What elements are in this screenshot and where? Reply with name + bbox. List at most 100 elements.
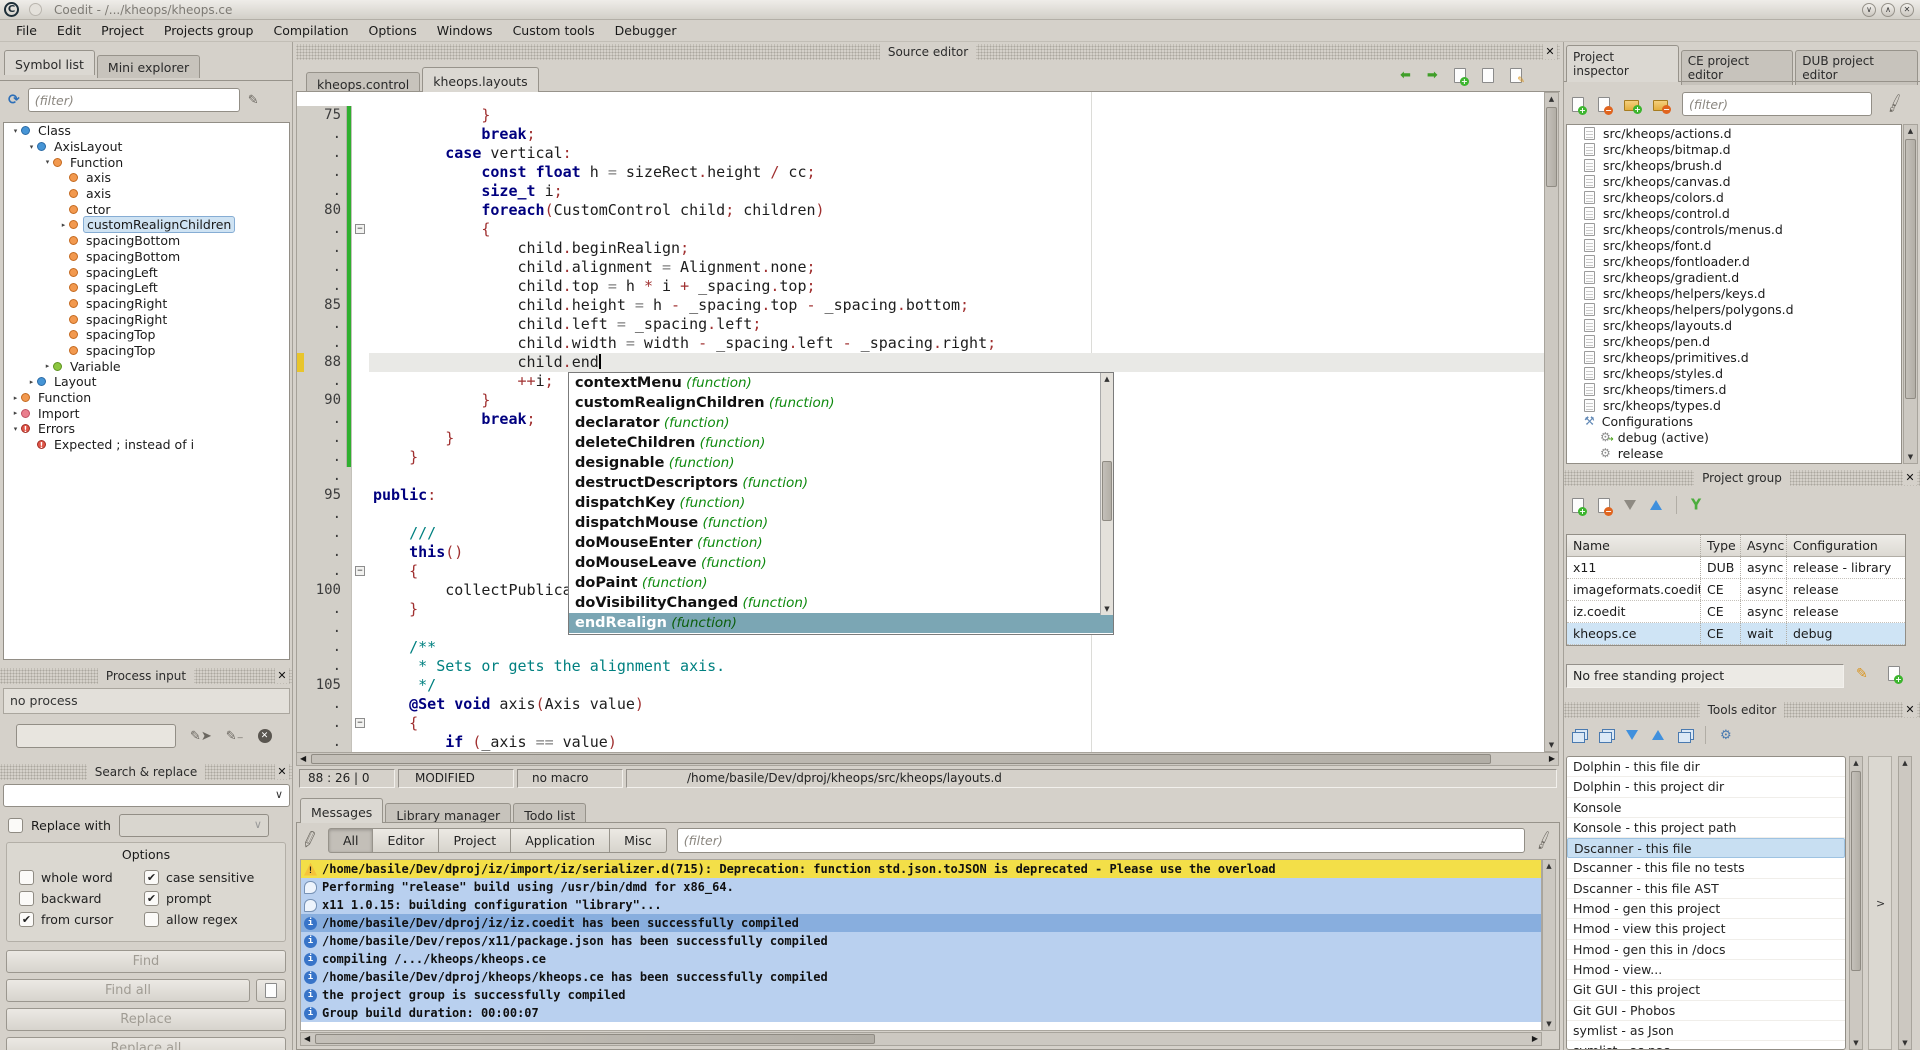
tree-item[interactable]: src/kheops/primitives.d [1567,349,1901,365]
log-row[interactable]: i/home/basile/Dev/dproj/iz/iz.coedit has… [301,914,1541,932]
replace-with-combo[interactable]: ∨ [119,814,269,837]
scroll-down-icon[interactable]: ▼ [1101,605,1113,613]
replace-button[interactable]: Replace [6,1008,286,1031]
column-header-async[interactable]: Async [1741,535,1787,556]
tool-item[interactable]: Git GUI - Phobos [1567,1001,1845,1021]
tree-item[interactable]: ▸customRealignChildren [4,217,289,233]
case-sensitive-checkbox[interactable]: ✔ [144,870,159,885]
add-folder-icon[interactable] [1624,100,1639,111]
completion-scrollbar[interactable]: ▲ ▼ [1100,373,1113,615]
completion-item[interactable]: designable (function) [569,453,1113,473]
scroll-up-icon[interactable]: ▲ [1101,375,1113,383]
tool-detail-scrollbar[interactable]: ▲▼ [1898,756,1912,1050]
tree-item[interactable]: ⚙release [1567,445,1901,461]
tab-kheops.layouts[interactable]: kheops.layouts [422,67,538,92]
symbol-filter-input[interactable] [28,88,240,112]
menu-file[interactable]: File [6,21,47,40]
async-mode-icon[interactable]: Y [1691,496,1701,514]
tree-item[interactable]: ▸Function [4,390,289,406]
new-free-project-icon[interactable] [1888,666,1900,681]
code-line[interactable]: . child.alignment = Alignment.none; [297,258,1544,277]
tool-item[interactable]: Konsole - this project path [1567,818,1845,838]
tool-detail-splitter[interactable]: > [1868,756,1892,1050]
add-file-icon[interactable] [1572,97,1584,112]
tree-item[interactable]: src/kheops/bitmap.d [1567,141,1901,157]
code-line[interactable]: . child.width = width - _spacing.left - … [297,334,1544,353]
tree-item[interactable]: src/kheops/font.d [1567,237,1901,253]
completion-item[interactable]: endRealign (function) [569,613,1113,633]
tab-ce-project-editor[interactable]: CE project editor [1681,50,1794,85]
scrollbar-thumb[interactable] [315,1034,875,1044]
close-button[interactable]: ✕ [1900,3,1914,17]
tree-item[interactable]: src/kheops/styles.d [1567,365,1901,381]
completion-item[interactable]: contextMenu (function) [569,373,1113,393]
filter-editor-button[interactable]: Editor [373,828,439,853]
completion-item[interactable]: doVisibilityChanged (function) [569,593,1113,613]
minimize-button[interactable]: ∨ [1862,3,1876,17]
tree-item[interactable]: spacingLeft [4,264,289,280]
filter-application-button[interactable]: Application [511,828,610,853]
menu-custom-tools[interactable]: Custom tools [503,21,605,40]
code-line[interactable]: . /** [297,638,1544,657]
menu-edit[interactable]: Edit [47,21,91,40]
tool-item[interactable]: symlist - as Json [1567,1021,1845,1041]
code-line[interactable]: . child.beginRealign; [297,239,1544,258]
message-filter-input[interactable] [677,828,1526,853]
remove-tool-icon[interactable] [1599,732,1612,743]
tree-item[interactable]: !Expected ; instead of i [4,437,289,453]
tree-item[interactable]: spacingLeft [4,280,289,296]
menu-options[interactable]: Options [359,21,427,40]
completion-item[interactable]: customRealignChildren (function) [569,393,1113,413]
send-input-icon[interactable]: ✎➤ [190,729,212,744]
run-tool-icon[interactable]: ⚙ [1720,728,1732,743]
tree-item[interactable]: src/kheops/helpers/keys.d [1567,285,1901,301]
expand-icon[interactable]: ▸ [10,409,21,417]
new-file-icon[interactable] [1454,68,1466,83]
filter-all-button[interactable]: All [328,828,374,853]
log-row[interactable]: iGroup build duration: 00:00:07 [301,1004,1541,1022]
find-button[interactable]: Find [6,950,286,973]
edit-file-icon[interactable]: ✎ [1510,68,1522,83]
menu-debugger[interactable]: Debugger [605,21,687,40]
remove-file-icon[interactable] [1598,97,1610,112]
find-all-button[interactable]: Find all [6,979,250,1002]
tab-project-inspector[interactable]: Project inspector [1566,45,1679,82]
from-cursor-checkbox[interactable]: ✔ [19,912,34,927]
tree-item[interactable]: spacingRight [4,296,289,312]
tree-item[interactable]: src/kheops/controls/menus.d [1567,221,1901,237]
completion-item[interactable]: deleteChildren (function) [569,433,1113,453]
menu-windows[interactable]: Windows [427,21,503,40]
replace-all-button[interactable]: Replace all [6,1037,286,1050]
tree-item[interactable]: ▾!Errors [4,421,289,437]
log-row[interactable]: Performing "release" build using /usr/bi… [301,878,1541,896]
close-project-group-icon[interactable]: ✕ [1903,470,1917,485]
expand-icon[interactable]: ▸ [42,362,53,370]
clear-messages-icon[interactable]: 🖌 [1533,830,1555,851]
menu-project[interactable]: Project [91,21,154,40]
collapse-icon[interactable]: ▾ [26,143,37,151]
tool-item[interactable]: Dscanner - this file no tests [1567,858,1845,878]
completion-item[interactable]: destructDescriptors (function) [569,473,1113,493]
expand-right-icon[interactable]: > [1876,897,1885,910]
tool-item[interactable]: Hmod - gen this in /docs [1567,940,1845,960]
code-line[interactable]: . * Sets or gets the alignment axis. [297,657,1544,676]
tool-item[interactable]: Hmod - gen this project [1567,899,1845,919]
tree-item[interactable]: spacingTop [4,327,289,343]
column-header-type[interactable]: Type [1701,535,1741,556]
remove-folder-icon[interactable] [1653,100,1668,111]
log-row[interactable]: icompiling /.../kheops/kheops.ce [301,950,1541,968]
tree-item[interactable]: axis [4,186,289,202]
code-line[interactable]: 80 foreach(CustomControl child; children… [297,201,1544,220]
completion-item[interactable]: doMouseLeave (function) [569,553,1113,573]
menu-projects-group[interactable]: Projects group [154,21,264,40]
close-search-icon[interactable]: ✕ [275,764,289,779]
tool-item[interactable]: Dscanner - this file [1567,838,1845,858]
replace-with-checkbox[interactable] [8,818,23,833]
code-line[interactable]: . case vertical: [297,144,1544,163]
find-all-in-doc-button[interactable] [256,979,286,1002]
move-down-icon[interactable] [1624,500,1636,510]
project-filter-input[interactable] [1682,92,1872,116]
edit-free-project-icon[interactable]: ✎ [1856,666,1868,682]
expand-icon[interactable]: ▸ [10,394,21,402]
code-line[interactable]: 105 */ [297,676,1544,695]
